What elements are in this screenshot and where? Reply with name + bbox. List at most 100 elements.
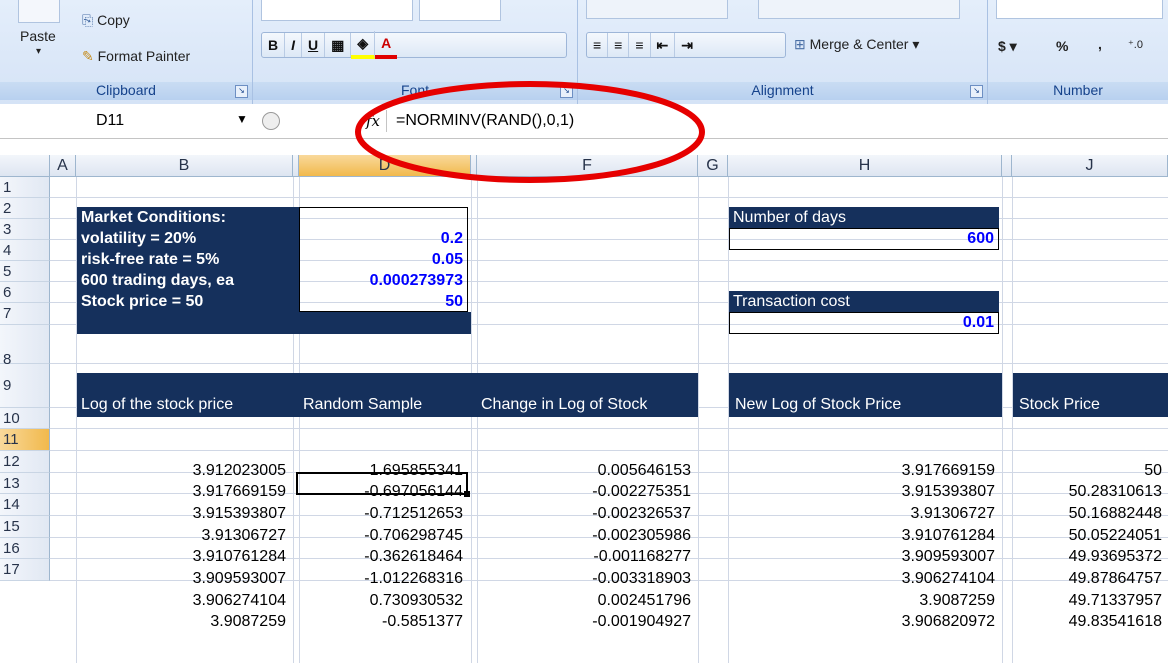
table-cell[interactable]: 3.9087259	[729, 590, 999, 611]
table-cell[interactable]: -0.5851377	[299, 611, 467, 633]
row-header-7[interactable]: 7	[0, 303, 50, 325]
row-header-16[interactable]: 16	[0, 538, 50, 559]
row-header-17[interactable]: 17	[0, 559, 50, 581]
header-stock-price[interactable]: Stock Price	[1013, 373, 1168, 417]
table-cell[interactable]: 3.9087259	[77, 611, 290, 633]
row-header-4[interactable]: 4	[0, 240, 50, 261]
table-cell[interactable]: 3.917669159	[77, 481, 290, 503]
price-label[interactable]: Stock price = 50	[77, 291, 293, 312]
row-header-1[interactable]: 1	[0, 177, 50, 198]
borders-icon[interactable]: ▦	[325, 33, 352, 57]
increase-decimal-icon[interactable]: ⁺.0	[1128, 38, 1143, 51]
table-cell[interactable]: 3.910761284	[77, 546, 290, 568]
table-cell[interactable]: 50.05224051	[1013, 525, 1166, 546]
fill-color-icon[interactable]: ◈	[351, 31, 376, 59]
table-cell[interactable]: -0.002326537	[477, 503, 695, 525]
font-color-icon[interactable]: A	[375, 31, 398, 59]
table-cell[interactable]: 3.909593007	[729, 546, 999, 568]
row-header-13[interactable]: 13	[0, 473, 50, 494]
name-box[interactable]: D11	[88, 110, 258, 132]
volatility-value[interactable]: 0.2	[299, 228, 467, 249]
table-cell[interactable]: 49.93695372	[1013, 546, 1166, 568]
table-cell[interactable]: 50.28310613	[1013, 481, 1166, 503]
percent-button[interactable]: %	[1056, 38, 1068, 54]
row-header-9[interactable]: 9	[0, 364, 50, 408]
header-change-log[interactable]: Change in Log of Stock	[477, 373, 698, 417]
rate-value[interactable]: 0.05	[299, 249, 467, 270]
align-right-icon[interactable]: ≡	[629, 33, 651, 57]
paste-button[interactable]: Paste	[20, 28, 56, 44]
table-cell[interactable]: 0.002451796	[477, 590, 695, 611]
table-cell[interactable]: 3.910761284	[729, 525, 999, 546]
row-header-3[interactable]: 3	[0, 219, 50, 240]
table-cell[interactable]: -0.002275351	[477, 481, 695, 503]
align-center-icon[interactable]: ≡	[608, 33, 630, 57]
table-cell[interactable]: 49.83541618	[1013, 611, 1166, 633]
table-cell[interactable]: -0.003318903	[477, 568, 695, 590]
font-size-box[interactable]	[419, 0, 501, 21]
underline-button[interactable]: U	[302, 33, 326, 57]
italic-button[interactable]: I	[285, 33, 303, 57]
copy-button[interactable]: ⎘ Copy	[82, 12, 130, 29]
alignment-top-buttons[interactable]	[586, 0, 728, 19]
row-header-14[interactable]: 14	[0, 494, 50, 516]
paste-icon[interactable]	[18, 0, 60, 23]
row-header-15[interactable]: 15	[0, 516, 50, 538]
table-cell[interactable]: -0.001168277	[477, 546, 695, 568]
wrap-text-button[interactable]	[758, 0, 960, 19]
clipboard-launcher-icon[interactable]: ↘	[235, 85, 248, 98]
font-name-box[interactable]	[261, 0, 413, 21]
comma-button[interactable]: ,	[1098, 36, 1102, 52]
volatility-label[interactable]: volatility = 20%	[77, 228, 293, 249]
table-cell[interactable]: 3.91306727	[77, 525, 290, 546]
row-header-12[interactable]: 12	[0, 451, 50, 473]
table-cell[interactable]: 50	[1013, 460, 1166, 481]
table-cell[interactable]: 0.005646153	[477, 460, 695, 481]
row-header-5[interactable]: 5	[0, 261, 50, 282]
rate-label[interactable]: risk-free rate = 5%	[77, 249, 293, 270]
table-cell[interactable]: 3.906274104	[729, 568, 999, 590]
currency-button[interactable]: $ ▾	[998, 38, 1017, 55]
column-header-a[interactable]: A	[50, 155, 76, 177]
header-log-stock-price[interactable]: Log of the stock price	[77, 373, 293, 417]
merge-center-button[interactable]: ⊞ Merge & Center ▾	[794, 36, 919, 53]
table-cell[interactable]: 3.915393807	[77, 503, 290, 525]
column-header-j[interactable]: J	[1012, 155, 1168, 177]
header-random-sample[interactable]: Random Sample	[299, 373, 471, 417]
market-conditions-header[interactable]: Market Conditions:	[77, 207, 293, 228]
table-cell[interactable]: -0.002305986	[477, 525, 695, 546]
transaction-cost-value[interactable]: 0.01	[729, 312, 999, 334]
table-cell[interactable]: 49.87864757	[1013, 568, 1166, 590]
table-cell[interactable]: 3.912023005	[77, 460, 290, 481]
increase-indent-icon[interactable]: ⇥	[675, 33, 699, 57]
table-cell[interactable]: 50.16882448	[1013, 503, 1166, 525]
table-cell[interactable]: 0.730930532	[299, 590, 467, 611]
table-cell[interactable]: 3.917669159	[729, 460, 999, 481]
cancel-entry-icon[interactable]	[262, 112, 280, 130]
number-format-box[interactable]	[996, 0, 1163, 19]
row-header-6[interactable]: 6	[0, 282, 50, 303]
header-new-log[interactable]: New Log of Stock Price	[729, 373, 1002, 417]
decrease-indent-icon[interactable]: ⇤	[651, 33, 676, 57]
table-cell[interactable]: 49.71337957	[1013, 590, 1166, 611]
table-cell[interactable]: -0.706298745	[299, 525, 467, 546]
table-cell[interactable]: 3.909593007	[77, 568, 290, 590]
table-cell[interactable]: -0.362618464	[299, 546, 467, 568]
alignment-launcher-icon[interactable]: ↘	[970, 85, 983, 98]
dt-value[interactable]: 0.000273973	[299, 270, 467, 291]
column-header-i[interactable]	[1002, 155, 1012, 177]
row-header-10[interactable]: 10	[0, 408, 50, 429]
days-label[interactable]: 600 trading days, ea	[77, 270, 293, 291]
number-of-days-label[interactable]: Number of days	[729, 207, 999, 228]
row-header-8[interactable]: 8	[0, 325, 50, 368]
table-cell[interactable]: -0.712512653	[299, 503, 467, 525]
price-value[interactable]: 50	[299, 291, 467, 312]
transaction-cost-label[interactable]: Transaction cost	[729, 291, 999, 312]
column-header-b[interactable]: B	[76, 155, 293, 177]
align-left-icon[interactable]: ≡	[587, 33, 609, 57]
fill-handle[interactable]	[464, 491, 470, 497]
table-cell[interactable]: 3.906820972	[729, 611, 999, 633]
number-of-days-value[interactable]: 600	[729, 228, 999, 250]
bold-button[interactable]: B	[262, 33, 286, 57]
row-header-11[interactable]: 11	[0, 429, 50, 451]
